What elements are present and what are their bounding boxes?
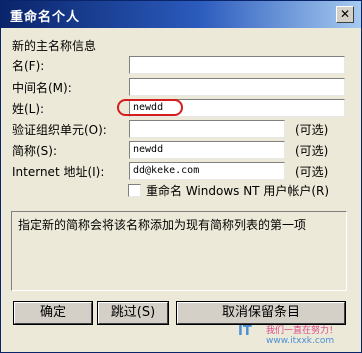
rename-nt-account-checkbox[interactable] — [128, 184, 141, 197]
info-text: 指定新的简称会将该名称添加为现有简称列表的第一项 — [18, 218, 307, 232]
org-unit-field[interactable] — [129, 120, 285, 138]
info-panel: 指定新的简称会将该名称添加为现有简称列表的第一项 — [11, 211, 347, 291]
skip-button[interactable]: 跳过(S) — [97, 301, 169, 325]
internet-address-optional: (可选) — [295, 165, 329, 179]
title-bar[interactable]: 重命名个人 ✕ — [1, 1, 361, 28]
watermark-logo: IT — [238, 324, 252, 339]
middle-name-field[interactable] — [129, 78, 345, 96]
annotation-highlight-ring — [117, 99, 183, 116]
close-button[interactable]: ✕ — [336, 6, 354, 23]
last-name-label: 姓(L): — [12, 102, 45, 116]
watermark-slogan: 我们一直在努力！ — [266, 326, 339, 336]
short-name-label: 简称(S): — [12, 144, 58, 158]
dialog-title: 重命名个人 — [10, 10, 81, 25]
watermark-url: www.itxxk.com — [266, 336, 335, 346]
internet-address-field[interactable]: dd@keke.com — [129, 162, 285, 180]
close-icon: ✕ — [339, 7, 351, 21]
site-watermark: IT 我们一直在努力！ www.itxxk.com — [238, 322, 358, 350]
first-name-label: 名(F): — [12, 59, 45, 73]
org-unit-label: 验证组织单元(O): — [12, 123, 107, 137]
middle-name-label: 中间名(M): — [12, 81, 72, 95]
ok-button[interactable]: 确定 — [13, 301, 93, 325]
rename-nt-account-label[interactable]: 重命名 Windows NT 用户帐户(R) — [146, 184, 329, 198]
short-name-field[interactable]: newdd — [129, 141, 285, 159]
first-name-field[interactable] — [129, 56, 345, 74]
internet-address-label: Internet 地址(I): — [12, 165, 105, 179]
org-unit-optional: (可选) — [295, 123, 329, 137]
cancel-keep-entry-button[interactable]: 取消保留条目 — [176, 301, 346, 325]
short-name-optional: (可选) — [295, 144, 329, 158]
rename-person-dialog: 重命名个人 ✕ 新的主名称信息 名(F): 中间名(M): 姓(L): newd… — [0, 0, 362, 353]
section-label: 新的主名称信息 — [12, 39, 97, 53]
